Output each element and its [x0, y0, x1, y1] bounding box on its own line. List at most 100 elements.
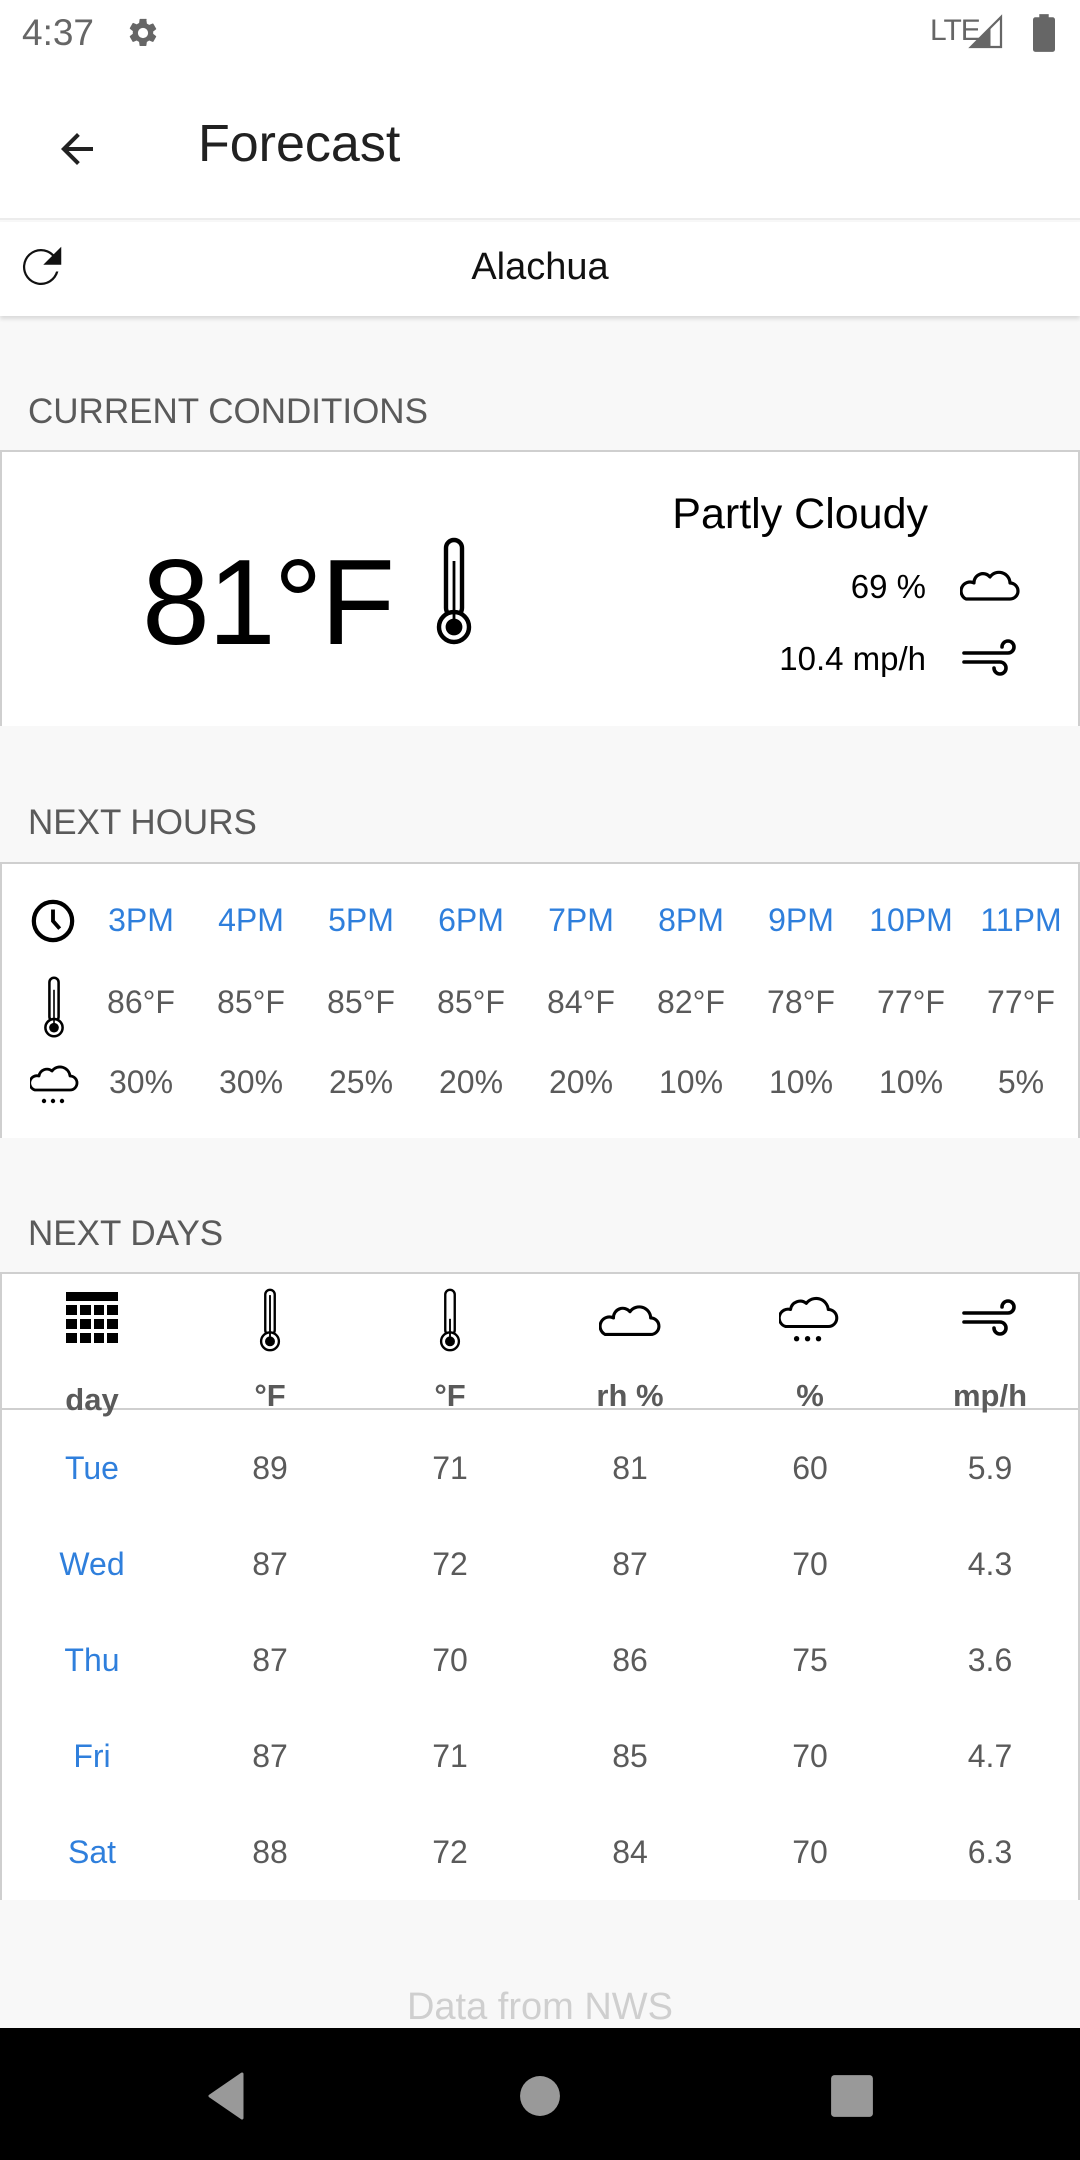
- low-temp: 71: [432, 1450, 468, 1486]
- cloud-icon: [960, 570, 1020, 601]
- precipitation: 70: [792, 1546, 828, 1582]
- hours-precipitation-row: 30% 30% 25% 20% 20% 10% 10% 10% 5%: [2, 1060, 1080, 1120]
- table-row: Thu 87 70 86 75 3.6: [2, 1616, 1078, 1712]
- hour-time: 11PM: [980, 902, 1062, 938]
- page-title: Forecast: [198, 115, 401, 173]
- clock-icon: [31, 899, 75, 943]
- low-temp: 71: [432, 1738, 468, 1774]
- hours-temperature-row: 86°F 85°F 85°F 85°F 84°F 82°F 78°F 77°F …: [2, 976, 1080, 1038]
- thermometer-icon: [436, 537, 472, 645]
- table-row: Fri 87 71 85 70 4.7: [2, 1712, 1078, 1808]
- thermometer-low-icon: [439, 1288, 461, 1352]
- humidity: 86: [612, 1642, 648, 1678]
- hour-time: 8PM: [658, 902, 724, 938]
- hour-time: 7PM: [548, 902, 614, 938]
- humidity: 81: [612, 1450, 648, 1486]
- next-days-card: day °F °F rh % % mp/h Tue 89 71 81 60 5.…: [0, 1272, 1080, 1900]
- high-temp: 89: [252, 1450, 288, 1486]
- day-name: Tue: [65, 1450, 119, 1486]
- precipitation: 70: [792, 1738, 828, 1774]
- current-conditions-header: CURRENT CONDITIONS: [28, 392, 428, 431]
- location-name: Alachua: [471, 246, 609, 288]
- column-label: day: [65, 1382, 119, 1417]
- signal-icon: [968, 14, 1003, 49]
- low-temp: 72: [432, 1834, 468, 1870]
- nav-home-icon: [520, 2076, 560, 2116]
- back-button[interactable]: [44, 116, 110, 182]
- column-label: °F: [434, 1378, 466, 1413]
- hour-time: 6PM: [438, 902, 504, 938]
- hour-precipitation: 20%: [548, 1064, 614, 1100]
- high-temp: 87: [252, 1642, 288, 1678]
- next-hours-card: 3PM 4PM 5PM 6PM 7PM 8PM 9PM 10PM 11PM 86…: [0, 862, 1080, 1138]
- condition-text: Partly Cloudy: [672, 490, 928, 538]
- column-low-temp: °F: [360, 1288, 540, 1413]
- hour-temperature: 85°F: [217, 984, 285, 1020]
- table-row: Wed 87 72 87 70 4.3: [2, 1520, 1078, 1616]
- wind-value: 10.4 mp/h: [779, 640, 926, 677]
- next-hours-header: NEXT HOURS: [28, 803, 257, 842]
- hour-temperature: 82°F: [657, 984, 725, 1020]
- hour-precipitation: 10%: [658, 1064, 724, 1100]
- nav-recents-button[interactable]: [824, 2068, 880, 2124]
- current-temperature: 81°F: [142, 534, 395, 670]
- column-high-temp: °F: [180, 1288, 360, 1413]
- hour-precipitation: 25%: [328, 1064, 394, 1100]
- hour-time: 10PM: [869, 902, 953, 938]
- battery-icon: [1033, 14, 1055, 52]
- wind-icon: [962, 1299, 1016, 1336]
- wind-speed: 3.6: [967, 1642, 1013, 1678]
- low-temp: 70: [432, 1642, 468, 1678]
- rain-cloud-icon: [779, 1296, 839, 1342]
- hour-temperature: 84°F: [547, 984, 615, 1020]
- precipitation: 75: [792, 1642, 828, 1678]
- thermometer-icon: [44, 976, 64, 1038]
- high-temp: 87: [252, 1546, 288, 1582]
- nav-home-button[interactable]: [512, 2068, 568, 2124]
- days-table-header: day °F °F rh % % mp/h: [2, 1274, 1078, 1417]
- column-label: %: [796, 1378, 824, 1413]
- gear-icon: [129, 18, 157, 47]
- wind-icon: [962, 639, 1016, 676]
- hour-temperature: 85°F: [437, 984, 505, 1020]
- day-name: Sat: [67, 1834, 117, 1870]
- hour-temperature: 78°F: [767, 984, 835, 1020]
- hour-precipitation: 20%: [438, 1064, 504, 1100]
- high-temp: 87: [252, 1738, 288, 1774]
- app-bar: Forecast: [0, 66, 1080, 220]
- column-label: °F: [254, 1378, 286, 1413]
- hour-time: 4PM: [218, 902, 284, 938]
- wind-speed: 6.3: [967, 1834, 1013, 1870]
- table-row: Tue 89 71 81 60 5.9: [2, 1424, 1078, 1520]
- hour-precipitation: 10%: [878, 1064, 944, 1100]
- hour-precipitation: 10%: [768, 1064, 834, 1100]
- humidity: 85: [612, 1738, 648, 1774]
- location-bar: Alachua: [0, 222, 1080, 316]
- precipitation: 70: [792, 1834, 828, 1870]
- day-name: Wed: [59, 1546, 125, 1582]
- low-temp: 72: [432, 1546, 468, 1582]
- wind-speed: 4.7: [967, 1738, 1013, 1774]
- data-source-note: Data from NWS: [406, 1986, 674, 2028]
- hour-temperature: 77°F: [877, 984, 945, 1020]
- humidity: 84: [612, 1834, 648, 1870]
- navigation-bar: [0, 2028, 1080, 2160]
- column-day: day: [2, 1292, 182, 1417]
- precipitation: 60: [792, 1450, 828, 1486]
- cloud-icon: [599, 1305, 661, 1337]
- hour-temperature: 77°F: [987, 984, 1055, 1020]
- nav-back-icon: [208, 2072, 244, 2120]
- humidity-value: 69 %: [850, 568, 926, 605]
- day-name: Fri: [73, 1738, 111, 1774]
- column-label: mp/h: [952, 1378, 1028, 1413]
- hour-precipitation: 5%: [997, 1064, 1045, 1100]
- day-name: Thu: [64, 1642, 120, 1678]
- column-wind: mp/h: [900, 1296, 1080, 1416]
- humidity: 87: [612, 1546, 648, 1582]
- nav-back-button[interactable]: [198, 2068, 254, 2124]
- column-label: rh %: [596, 1378, 664, 1413]
- nav-recents-icon: [831, 2075, 873, 2117]
- column-humidity: rh %: [540, 1300, 720, 1420]
- table-row: Sat 88 72 84 70 6.3: [2, 1808, 1078, 1904]
- hour-time: 5PM: [328, 902, 394, 938]
